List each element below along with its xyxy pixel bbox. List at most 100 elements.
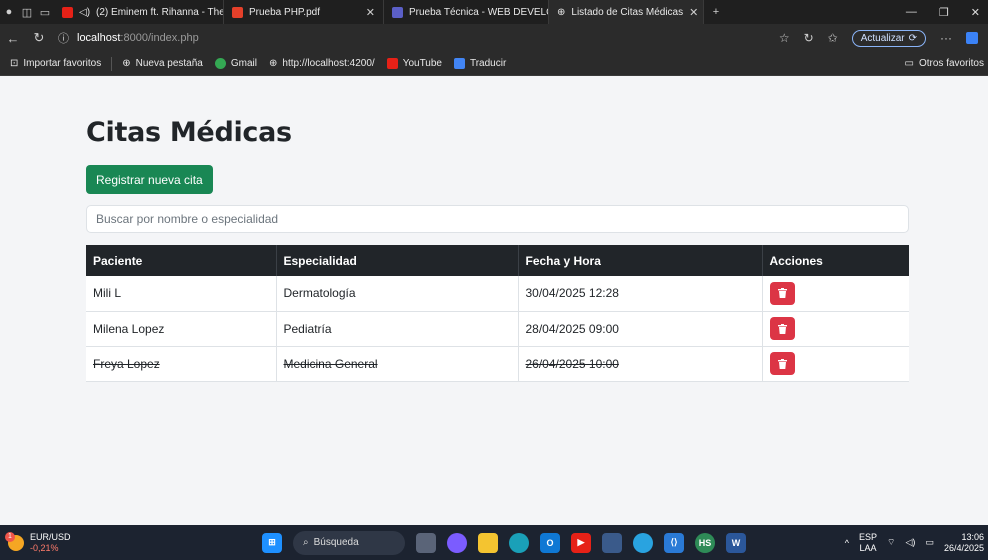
reload-icon[interactable]: ↻ xyxy=(26,30,52,46)
page-title: Citas Médicas xyxy=(86,117,292,148)
delete-button[interactable] xyxy=(769,352,795,375)
bookmark-other-favorites[interactable]: ▭ Otros favoritos xyxy=(899,58,988,69)
cell-especialidad: Pediatría xyxy=(276,311,519,347)
bookmark-new-tab[interactable]: ⊕ Nueva pestaña xyxy=(116,58,209,69)
appointments-table: Paciente Especialidad Fecha y Hora Accio… xyxy=(86,245,909,382)
bookmarks-bar: ⊡ Importar favoritos ⊕ Nueva pestaña Gmail… xyxy=(0,52,988,76)
windows-start-icon[interactable]: ⊞ xyxy=(262,532,282,553)
minimize-icon[interactable]: — xyxy=(906,6,917,19)
column-header-fecha: Fecha y Hora xyxy=(518,245,763,276)
restore-icon[interactable]: ❐ xyxy=(939,6,949,19)
import-icon: ⊡ xyxy=(10,58,19,69)
trash-icon xyxy=(777,358,787,369)
keyboard-layout-label: LAA xyxy=(859,542,877,553)
taskbar: 1 EUR/USD -0,21% ⊞ ⌕ Búsqueda O ▶ ⟨⟩ HS W… xyxy=(0,525,988,560)
trash-icon xyxy=(777,288,787,299)
sync-icon: ⟳ xyxy=(908,32,917,44)
outlook-icon[interactable]: O xyxy=(540,532,560,553)
file-explorer-icon[interactable] xyxy=(478,532,498,553)
bookmark-youtube[interactable]: YouTube xyxy=(381,58,448,69)
bookmark-localhost[interactable]: ⊕ http://localhost:4200/ xyxy=(263,58,381,69)
cell-fecha: 28/04/2025 09:00 xyxy=(518,311,763,347)
search-label: Búsqueda xyxy=(313,537,359,548)
profile-icon[interactable]: ● xyxy=(0,0,18,24)
youtube-icon[interactable]: ▶ xyxy=(571,532,591,553)
update-button[interactable]: Actualizar ⟳ xyxy=(851,29,926,47)
word-icon[interactable]: W xyxy=(726,532,746,553)
info-icon[interactable]: ⓘ xyxy=(58,30,69,46)
youtube-icon xyxy=(62,6,73,18)
taskbar-search[interactable]: ⌕ Búsqueda xyxy=(293,530,405,555)
column-header-paciente: Paciente xyxy=(86,245,277,276)
workspaces-icon[interactable]: ◫ xyxy=(18,0,36,24)
bookmark-label: Gmail xyxy=(230,58,257,69)
register-appointment-button[interactable]: Registrar nueva cita xyxy=(86,165,213,194)
battery-icon[interactable]: ▭ xyxy=(925,537,934,548)
bookmark-label: Importar favoritos xyxy=(23,58,102,69)
volume-icon[interactable]: ◁) xyxy=(906,537,916,548)
cell-paciente: Milena Lopez xyxy=(86,311,277,347)
bookmark-label: Otros favoritos xyxy=(918,58,984,69)
tab-citas[interactable]: ⊕ Listado de Citas Médicas ✕ xyxy=(549,0,704,24)
tab-youtube[interactable]: ◁) (2) Eminem ft. Rihanna - The ✕ xyxy=(54,0,224,24)
store-icon[interactable] xyxy=(602,532,622,553)
globe-icon: ⊕ xyxy=(557,6,566,18)
tab-title: (2) Eminem ft. Rihanna - The xyxy=(96,6,224,18)
star-icon[interactable]: ☆ xyxy=(779,31,790,45)
new-tab-icon[interactable]: + xyxy=(704,0,728,24)
folder-icon: ▭ xyxy=(904,58,914,69)
bookmark-label: YouTube xyxy=(402,58,442,69)
language-indicator[interactable]: ESP LAA xyxy=(859,532,877,554)
cell-paciente: Mili L xyxy=(86,276,277,312)
bookmark-gmail[interactable]: Gmail xyxy=(209,58,263,69)
globe-icon: ⊕ xyxy=(269,58,278,69)
date-label: 26/4/2025 xyxy=(943,542,984,553)
close-window-icon[interactable]: ✕ xyxy=(971,6,980,19)
more-icon[interactable]: ··· xyxy=(940,31,952,45)
cell-acciones xyxy=(762,311,909,347)
search-input[interactable] xyxy=(86,205,909,233)
chevron-up-icon[interactable]: ^ xyxy=(845,538,849,548)
close-icon[interactable]: ✕ xyxy=(366,6,375,19)
delete-button[interactable] xyxy=(769,281,795,305)
copilot-icon[interactable] xyxy=(447,532,467,553)
clock[interactable]: 13:06 26/4/2025 xyxy=(944,532,984,554)
youtube-icon xyxy=(386,58,398,69)
delete-button[interactable] xyxy=(769,317,795,340)
ticker-change: -0,21% xyxy=(30,542,59,553)
copilot-icon[interactable] xyxy=(966,32,978,44)
cell-fecha: 30/04/2025 12:28 xyxy=(518,276,763,312)
audio-icon[interactable]: ◁) xyxy=(79,7,90,18)
cell-acciones xyxy=(762,276,909,312)
hs-icon[interactable]: HS xyxy=(695,532,715,553)
back-icon[interactable]: ← xyxy=(0,31,26,46)
column-header-acciones: Acciones xyxy=(762,245,909,276)
tab-pdf[interactable]: Prueba PHP.pdf ✕ xyxy=(224,0,384,24)
ticker-widget[interactable]: 1 EUR/USD -0,21% xyxy=(0,531,120,554)
tab-actions-icon[interactable]: ▭ xyxy=(36,0,54,24)
url-field[interactable]: ⓘ localhost:8000/index.php xyxy=(58,30,779,46)
vscode-icon[interactable]: ⟨⟩ xyxy=(664,532,684,553)
bookmark-translate[interactable]: Traducir xyxy=(448,58,512,69)
tab-prueba-tecnica[interactable]: Prueba Técnica - WEB DEVELOPEI ✕ xyxy=(384,0,549,24)
cell-acciones xyxy=(762,346,909,382)
refresh-browser-icon[interactable]: ↻ xyxy=(804,31,814,45)
edge-icon[interactable] xyxy=(509,532,529,553)
forms-icon xyxy=(392,6,403,18)
app-icon[interactable] xyxy=(633,532,653,553)
tab-title: Prueba Técnica - WEB DEVELOPEI xyxy=(409,6,548,18)
update-label: Actualizar xyxy=(860,32,905,44)
favorites-icon[interactable]: ✩ xyxy=(828,31,838,45)
bookmark-import[interactable]: ⊡ Importar favoritos xyxy=(4,58,107,69)
column-header-especialidad: Especialidad xyxy=(276,245,519,276)
ticker-icon: 1 xyxy=(5,531,24,551)
cell-paciente: Freya Lopez xyxy=(86,346,277,382)
task-view-icon[interactable] xyxy=(416,532,436,553)
wifi-icon[interactable]: ⌔ xyxy=(887,537,895,548)
google-icon xyxy=(214,58,226,69)
url-host: localhost xyxy=(77,32,121,44)
cell-fecha: 26/04/2025 10:00 xyxy=(518,346,763,382)
close-icon[interactable]: ✕ xyxy=(689,6,698,19)
table-header-row: Paciente Especialidad Fecha y Hora Accio… xyxy=(86,245,909,276)
time-label: 13:06 xyxy=(961,531,984,542)
